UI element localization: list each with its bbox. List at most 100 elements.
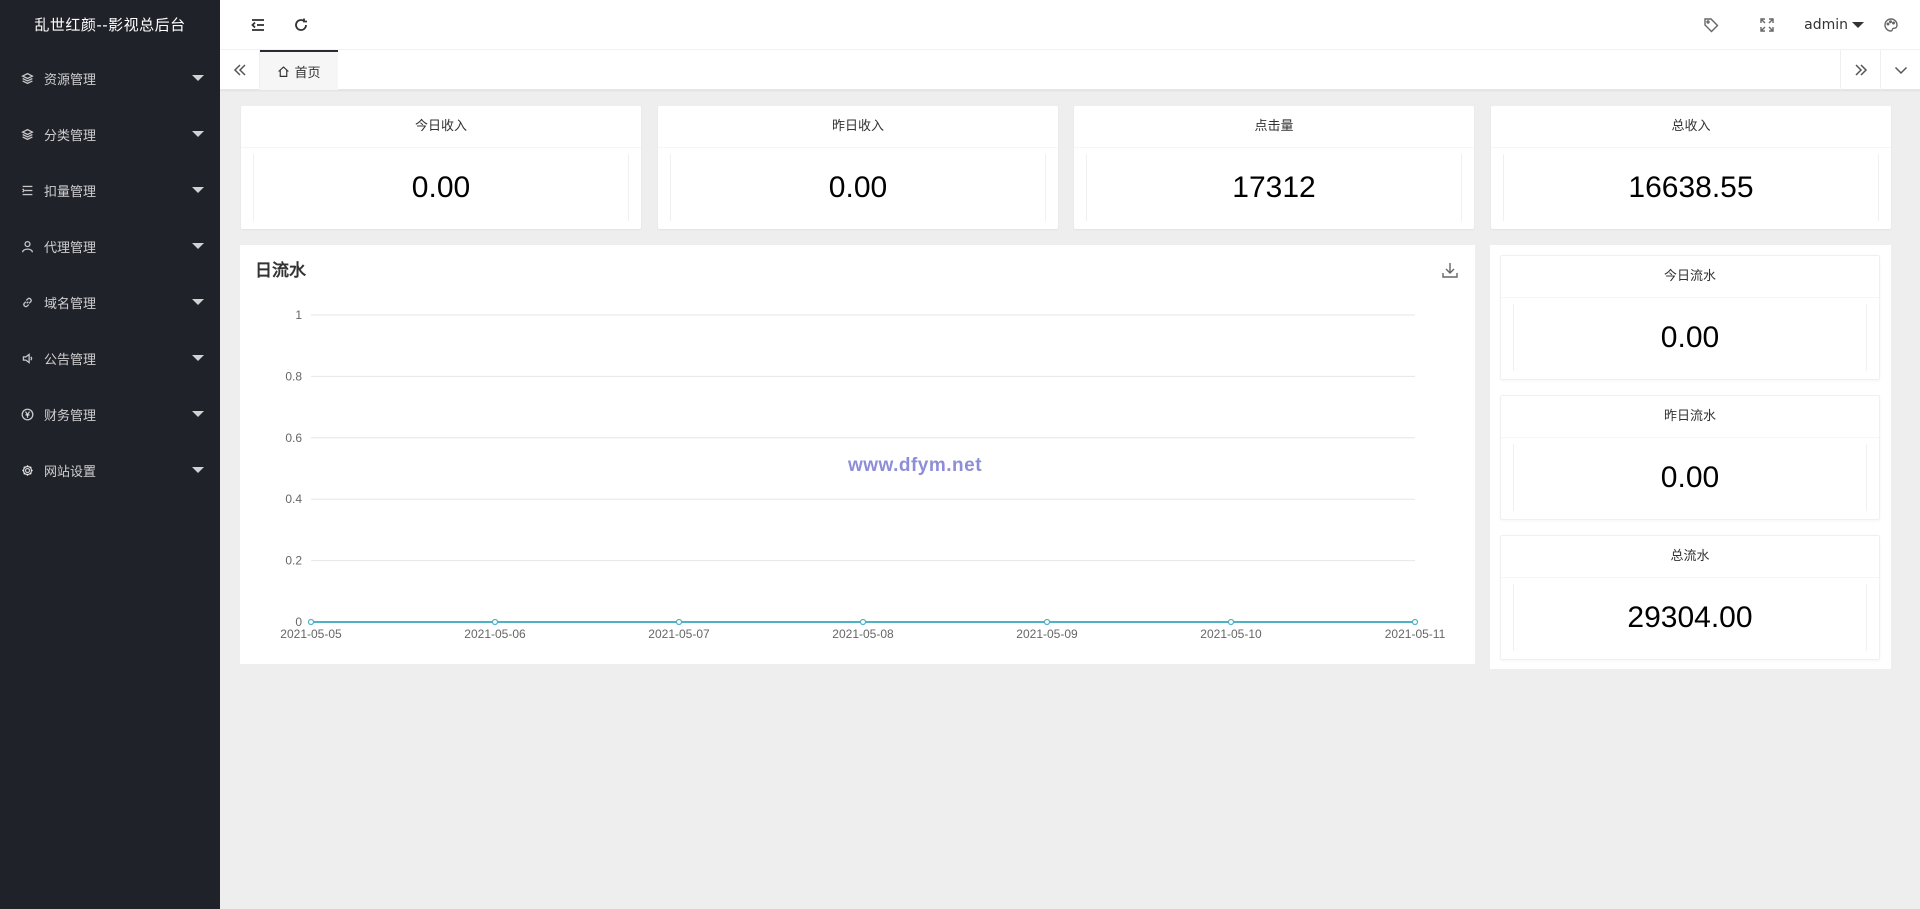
sidebar-item-label: 网站设置 [44,464,97,480]
refresh-icon [293,17,309,33]
link-icon [20,295,34,309]
flow-card-today: 今日流水 0.00 [1500,255,1880,380]
app-logo-title[interactable]: 乱世红颜--影视总后台 [0,0,220,50]
sidebar-item-label: 公告管理 [44,352,97,368]
sidebar-item-resources[interactable]: 资源管理 [0,50,220,106]
double-chevron-left-icon [232,62,248,78]
y-tick-label: 1 [295,308,302,322]
caret-down-icon [192,355,204,361]
x-tick-label: 2021-05-05 [280,627,342,641]
top-header: admin [220,0,1920,50]
stat-card-yesterday-income: 昨日收入 0.00 [658,106,1058,229]
scroll-tabs-left-button[interactable] [220,50,260,90]
flow-summary-panel: 今日流水 0.00 昨日流水 0.00 总流水 29304.00 [1490,245,1891,669]
gear-icon [20,463,34,477]
username: admin [1804,17,1848,33]
sidebar-item-label: 域名管理 [44,296,97,312]
data-point [1411,618,1419,626]
scroll-tabs-right-button[interactable] [1840,50,1880,90]
yen-icon [20,407,34,421]
download-chart-button[interactable] [1441,261,1459,279]
tab-label: 首页 [294,65,321,81]
caret-down-icon [1852,22,1864,28]
sidebar-item-label: 资源管理 [44,72,97,88]
data-point [491,618,499,626]
double-chevron-right-icon [1853,62,1869,78]
tab-home[interactable]: 首页 [260,50,338,90]
x-tick-label: 2021-05-08 [832,627,894,641]
stat-card-today-income: 今日收入 0.00 [241,106,641,229]
daily-flow-chart-panel: 0 0.2 0.4 0.6 0.8 1 2021-05-05 2021-05-06 2021-0… [240,245,1475,664]
y-tick-label: 0.6 [285,431,302,445]
data-point [675,618,683,626]
y-tick-label: 0.2 [285,554,302,568]
sidebar-item-label: 财务管理 [44,408,97,424]
flow-value: 0.00 [1513,444,1867,511]
y-tick-label: 0.8 [285,369,302,383]
caret-down-icon [192,131,204,137]
refresh-button[interactable] [276,0,326,50]
home-icon [277,65,294,78]
stat-label: 今日收入 [241,106,641,148]
stat-value: 0.00 [253,154,629,221]
list-icon [20,183,34,197]
flow-label: 昨日流水 [1501,396,1879,438]
caret-down-icon [192,467,204,473]
indent-icon [250,17,266,33]
x-tick-label: 2021-05-10 [1200,627,1262,641]
data-point [859,618,867,626]
layers-icon [20,127,34,141]
flow-label: 总流水 [1501,536,1879,578]
chart-title: 日流水 [255,261,306,281]
tabs-menu-button[interactable] [1880,50,1920,90]
data-point [1227,618,1235,626]
flow-card-yesterday: 昨日流水 0.00 [1500,395,1880,520]
theme-button[interactable] [1866,0,1916,50]
flow-value: 0.00 [1513,304,1867,371]
x-tick-label: 2021-05-11 [1385,627,1446,641]
data-point [307,618,315,626]
caret-down-icon [192,411,204,417]
sidebar-item-domains[interactable]: 域名管理 [0,274,220,330]
sidebar-item-site-settings[interactable]: 网站设置 [0,442,220,498]
watermark-text: www.dfym.net [847,455,983,476]
download-icon [1441,261,1459,279]
caret-down-icon [192,75,204,81]
stat-card-total-income: 总收入 16638.55 [1491,106,1891,229]
sidebar-item-agents[interactable]: 代理管理 [0,218,220,274]
stat-value: 17312 [1086,154,1462,221]
caret-down-icon [192,299,204,305]
sidebar-item-deduction[interactable]: 扣量管理 [0,162,220,218]
sidebar-item-finance[interactable]: 财务管理 [0,386,220,442]
stat-card-clicks: 点击量 17312 [1074,106,1474,229]
x-tick-label: 2021-05-09 [1016,627,1078,641]
tag-icon [1703,17,1719,33]
y-tick-label: 0.4 [285,492,302,506]
palette-icon [1883,17,1899,33]
stat-label: 总收入 [1491,106,1891,148]
layers-icon [20,71,34,85]
stat-label: 点击量 [1074,106,1474,148]
sidebar-item-label: 扣量管理 [44,184,97,200]
caret-down-icon [192,187,204,193]
caret-down-icon [192,243,204,249]
fullscreen-button[interactable] [1742,0,1792,50]
sidebar-item-label: 代理管理 [44,240,97,256]
chevron-down-icon [1893,62,1909,78]
flow-label: 今日流水 [1501,256,1879,298]
speaker-icon [20,351,34,365]
x-tick-label: 2021-05-07 [648,627,710,641]
user-icon [20,239,34,253]
sidebar-item-announcements[interactable]: 公告管理 [0,330,220,386]
tabs-bar: 首页 [220,50,1920,90]
sidebar-item-label: 分类管理 [44,128,97,144]
stat-label: 昨日收入 [658,106,1058,148]
fullscreen-icon [1759,17,1775,33]
stat-value: 16638.55 [1503,154,1879,221]
data-point [1043,618,1051,626]
x-tick-label: 2021-05-06 [464,627,526,641]
sidebar-item-categories[interactable]: 分类管理 [0,106,220,162]
user-menu[interactable]: admin [1804,0,1864,50]
stat-value: 0.00 [670,154,1046,221]
tag-button[interactable] [1686,0,1736,50]
